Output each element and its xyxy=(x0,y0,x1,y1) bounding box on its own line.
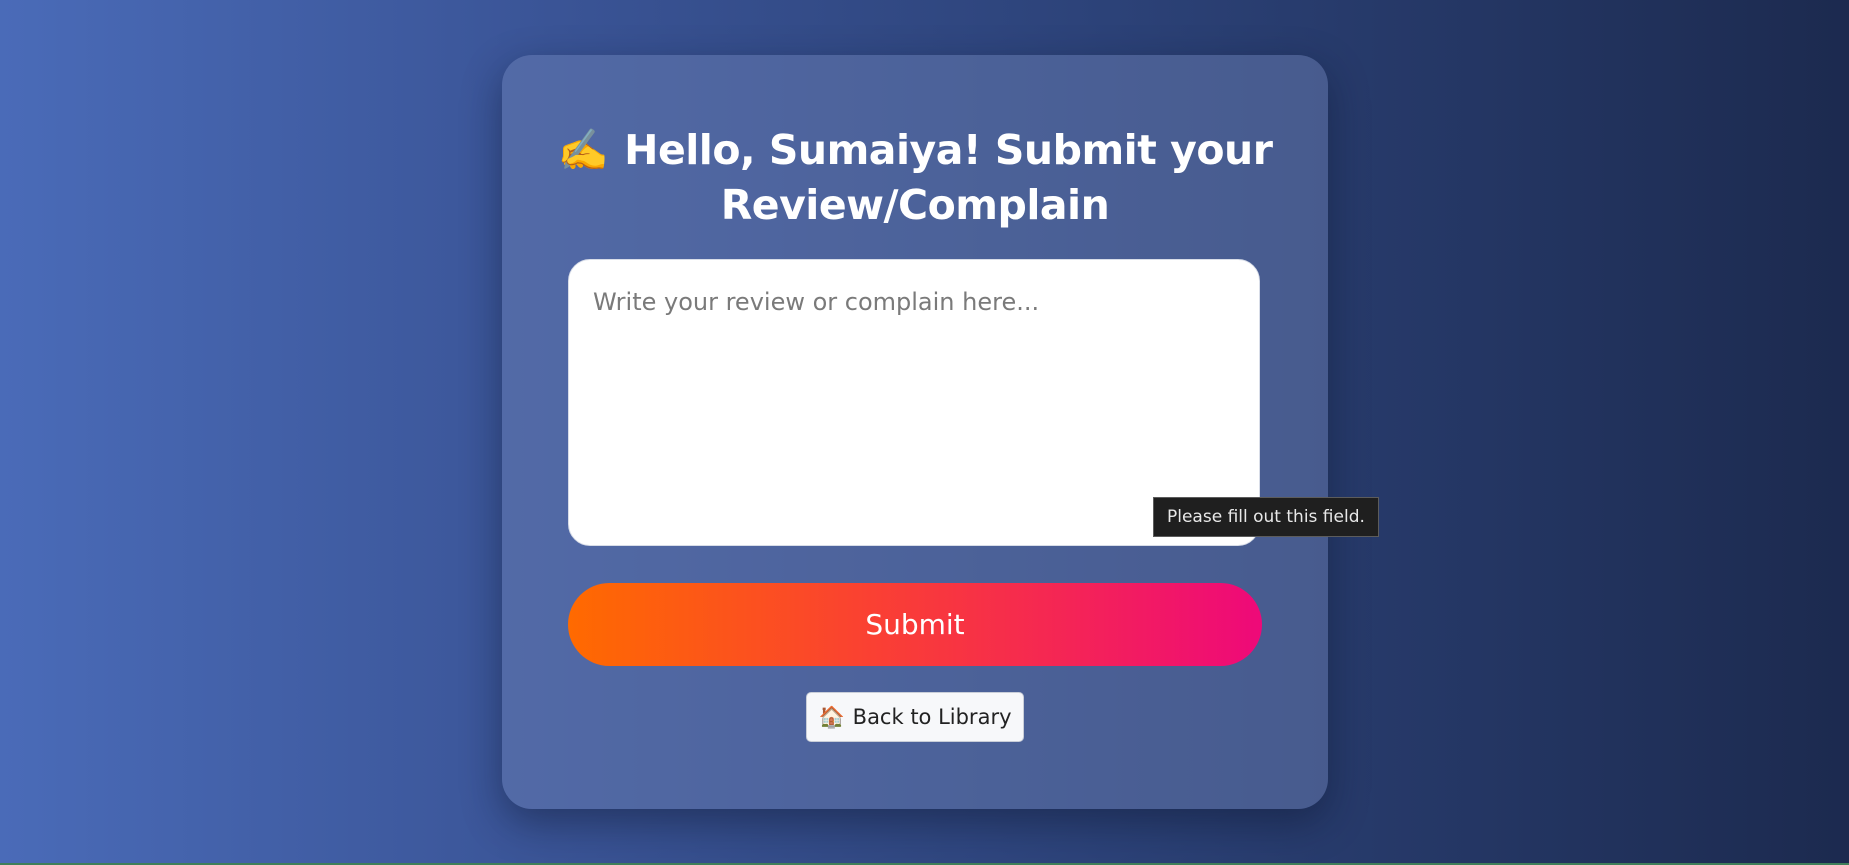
writing-hand-icon: ✍️ xyxy=(557,126,609,174)
validation-tooltip: Please fill out this field. xyxy=(1153,497,1379,537)
submit-button[interactable]: Submit xyxy=(568,583,1262,666)
page-title: ✍️ Hello, Sumaiya! Submit your Review/Com… xyxy=(542,123,1288,233)
back-to-library-button[interactable]: 🏠 Back to Library xyxy=(806,692,1024,742)
back-to-library-label: Back to Library xyxy=(852,705,1012,729)
page-title-text: Hello, Sumaiya! Submit your Review/Compl… xyxy=(624,126,1273,229)
house-icon: 🏠 xyxy=(818,704,845,729)
review-card: ✍️ Hello, Sumaiya! Submit your Review/Com… xyxy=(502,55,1328,809)
